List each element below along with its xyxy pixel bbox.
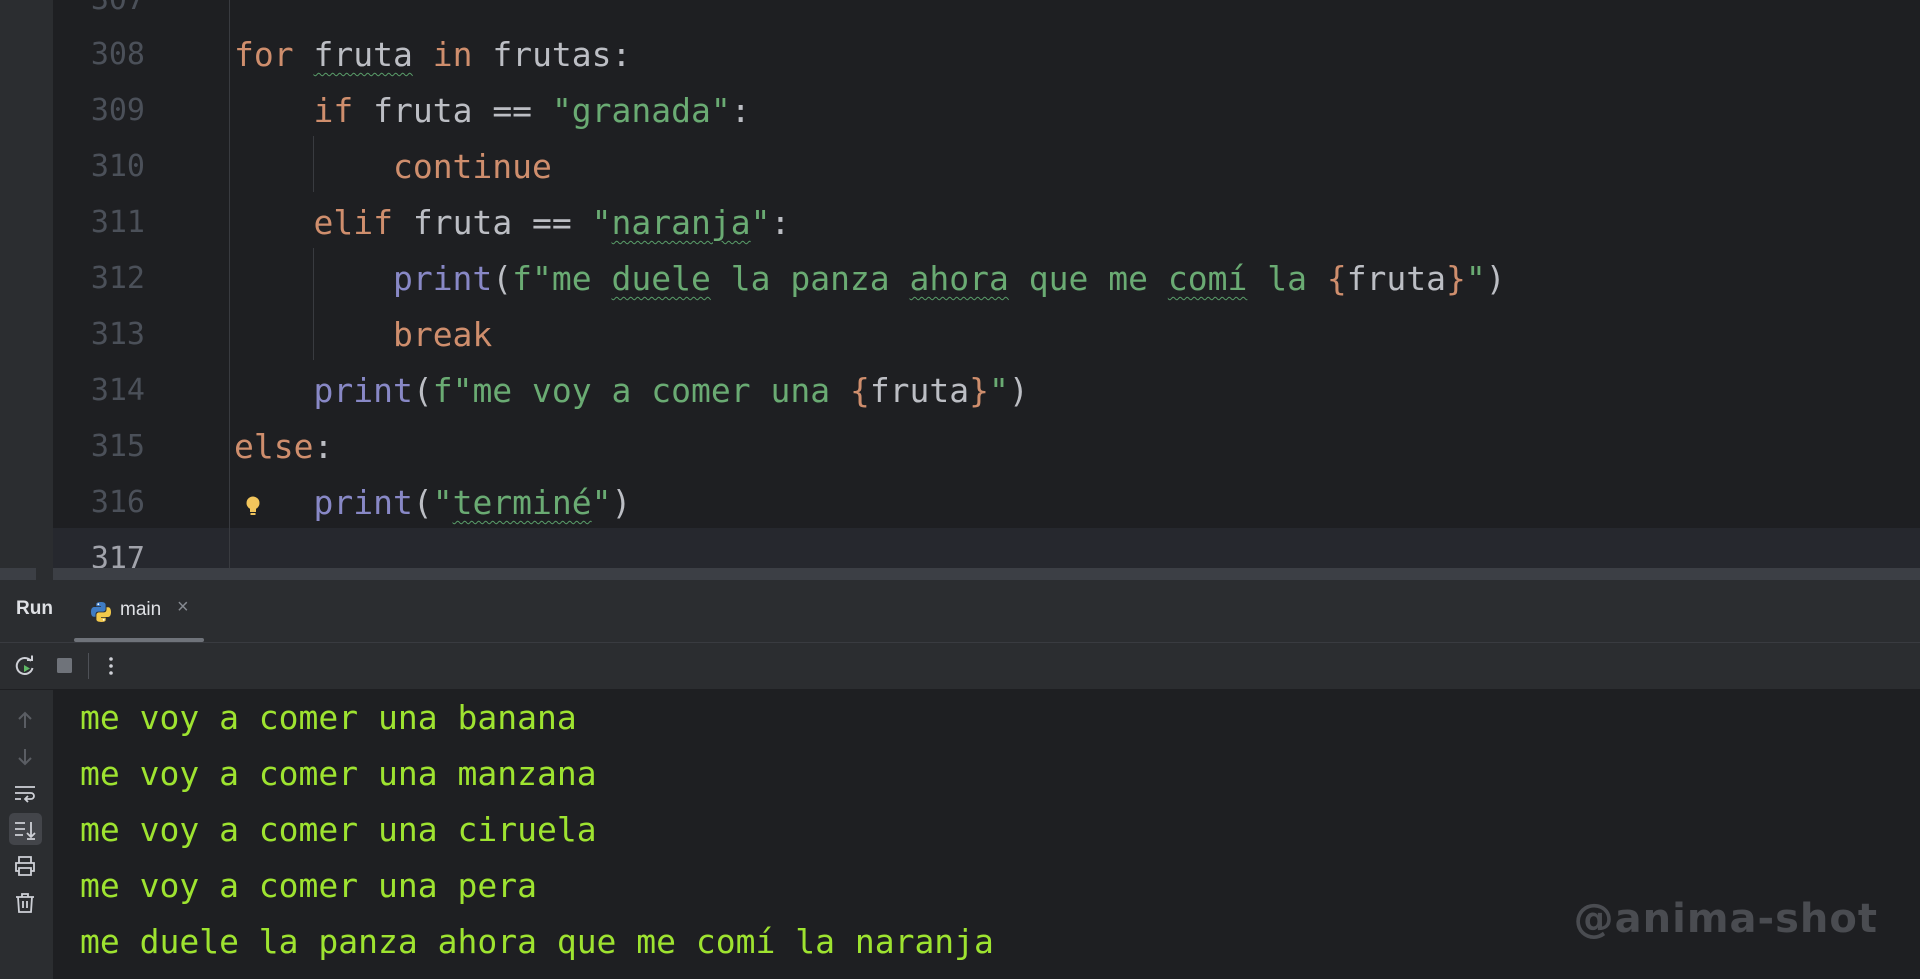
toolbar-separator (88, 653, 89, 679)
console-line: me voy a comer una pera (80, 866, 537, 905)
line-number: 316 (90, 485, 145, 520)
tab-main[interactable]: main × (74, 580, 204, 642)
string-part: f"me (512, 259, 612, 298)
python-icon (91, 602, 111, 622)
keyword: elif (313, 203, 393, 242)
keyword: else (234, 427, 314, 466)
arrow-up-icon[interactable] (13, 708, 37, 732)
code-text: : (313, 427, 334, 466)
code-editor[interactable]: 307 308 309 310 311 312 313 314 315 316 … (0, 0, 1920, 568)
paren: ) (1485, 259, 1506, 298)
paren: ( (412, 483, 433, 522)
code-line-316[interactable]: print("terminé") (234, 475, 631, 531)
line-number: 315 (90, 429, 145, 464)
string-part: f"me voy a comer una (432, 371, 850, 410)
paren: ( (492, 259, 513, 298)
code-line-314[interactable]: print(f"me voy a comer una {fruta}") (234, 363, 1029, 419)
line-number: 308 (90, 37, 145, 72)
string-part: " (1465, 259, 1486, 298)
code-text: fruta == (373, 91, 533, 130)
editor-left-strip (0, 0, 53, 568)
string-quote: " (750, 203, 771, 242)
close-icon[interactable]: × (177, 596, 189, 619)
paren: ) (611, 483, 632, 522)
line-number: 309 (90, 93, 145, 128)
watermark: @anima-shot (1573, 896, 1878, 942)
line-number-current: 317 (90, 541, 145, 568)
brace: { (849, 371, 870, 410)
console-line: me duele la panza ahora que me comí la n… (80, 922, 994, 961)
print-icon[interactable] (13, 854, 37, 878)
scrollbar-gap (36, 568, 53, 580)
string-part: ahora (909, 259, 1009, 298)
code-line-313[interactable]: break (234, 307, 492, 363)
run-toolbar (0, 643, 1920, 690)
string-part: la panza (710, 259, 910, 298)
console-line: me voy a comer una manzana (80, 754, 597, 793)
keyword: continue (392, 147, 552, 186)
code-line-308[interactable]: for fruta in frutas: (234, 27, 631, 83)
string-part: comí (1167, 259, 1248, 298)
code-text: : (770, 203, 791, 242)
code-text: fruta == (412, 203, 572, 242)
builtin-function: print (392, 259, 493, 298)
run-panel-title: Run (16, 598, 53, 619)
more-icon[interactable] (101, 655, 121, 677)
string-quote: " (432, 483, 453, 522)
keyword: in (432, 35, 473, 74)
soft-wrap-icon[interactable] (13, 782, 37, 806)
string-part: la (1247, 259, 1327, 298)
console-line: me voy a comer una ciruela (80, 810, 597, 849)
gutter-divider (229, 0, 230, 568)
code-line-312[interactable]: print(f"me duele la panza ahora que me c… (234, 251, 1506, 307)
string-quote: " (591, 203, 612, 242)
tab-active-indicator (74, 638, 204, 642)
paren: ( (412, 371, 433, 410)
code-text: frutas: (492, 35, 632, 74)
brace: } (1446, 259, 1466, 298)
line-number: 310 (90, 149, 145, 184)
string-part: " (989, 371, 1009, 410)
brace: } (969, 371, 990, 410)
variable: fruta (869, 371, 970, 410)
paren: ) (1008, 371, 1029, 410)
line-number: 312 (90, 261, 145, 296)
string-part: duele (611, 259, 711, 298)
code-line-310[interactable]: continue (234, 139, 552, 195)
rerun-icon[interactable] (14, 655, 36, 677)
console-side-toolbar (0, 690, 53, 979)
variable: fruta (313, 35, 413, 74)
string-literal: terminé (452, 483, 592, 522)
line-number: 311 (90, 205, 145, 240)
variable: fruta (1346, 259, 1447, 298)
code-line-309[interactable]: if fruta == "granada": (234, 83, 751, 139)
builtin-function: print (313, 371, 413, 410)
keyword: break (392, 315, 493, 354)
brace: { (1326, 259, 1347, 298)
code-line-315[interactable]: else: (234, 419, 333, 475)
string-literal: "granada" (551, 91, 731, 130)
tab-label: main (120, 599, 162, 620)
code-text: : (730, 91, 751, 130)
run-panel-header: Run main × (0, 580, 1920, 643)
console-line: me voy a comer una banana (80, 698, 577, 737)
horizontal-scrollbar[interactable] (0, 568, 1920, 580)
trash-icon[interactable] (13, 891, 37, 915)
string-quote: " (591, 483, 612, 522)
string-part: que me (1008, 259, 1168, 298)
arrow-down-icon[interactable] (13, 745, 37, 769)
code-line-311[interactable]: elif fruta == "naranja": (234, 195, 790, 251)
current-line-highlight (53, 528, 1920, 568)
line-number: 313 (90, 317, 145, 352)
stop-icon[interactable] (55, 655, 75, 675)
builtin-function: print (313, 483, 413, 522)
scroll-to-end-icon[interactable] (13, 818, 37, 842)
line-number: 314 (90, 373, 145, 408)
line-number: 307 (53, 0, 145, 28)
string-literal: naranja (611, 203, 751, 242)
keyword: if (313, 91, 354, 130)
keyword: for (234, 35, 294, 74)
lightbulb-icon[interactable] (244, 494, 262, 520)
